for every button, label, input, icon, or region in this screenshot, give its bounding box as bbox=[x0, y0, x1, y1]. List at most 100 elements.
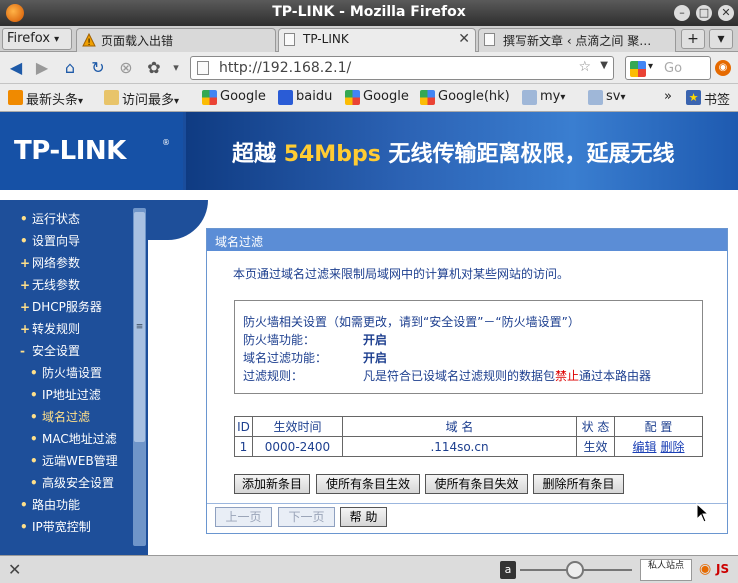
back-arrow-icon[interactable]: ◀ bbox=[6, 58, 26, 78]
sidebar-item-mac-filter[interactable]: • MAC地址过滤 bbox=[30, 430, 117, 447]
sidebar-item-domain-filter[interactable]: • 域名过滤 bbox=[30, 408, 90, 425]
page-icon bbox=[284, 33, 295, 46]
disable-all-button[interactable]: 使所有条目失效 bbox=[425, 474, 528, 494]
close-tab-icon[interactable]: ✕ bbox=[458, 31, 470, 47]
slogan-pre: 超越 bbox=[232, 142, 277, 167]
sidebar-item-label: 域名过滤 bbox=[42, 410, 91, 424]
bookmark-item[interactable]: sv▾ bbox=[588, 89, 626, 105]
firefox-menu-button[interactable]: Firefox ▾ bbox=[2, 28, 72, 50]
chevron-down-icon: ▾ bbox=[620, 92, 626, 103]
bullet: • bbox=[30, 476, 38, 490]
sidebar-item-label: 网络参数 bbox=[32, 256, 81, 270]
cell-status: 生效 bbox=[576, 436, 615, 457]
cell-domain: .114so.cn bbox=[342, 436, 577, 457]
sidebar-item-label: IP带宽控制 bbox=[32, 520, 91, 534]
sidebar-item-ip-filter[interactable]: • IP地址过滤 bbox=[30, 386, 101, 403]
bookmark-item[interactable]: baidu bbox=[278, 89, 332, 105]
bookmark-star-icon[interactable]: ☆ bbox=[578, 59, 591, 75]
slogan-post: 无线传输距离极限，延展无线 bbox=[388, 142, 675, 167]
next-page-button[interactable]: 下一页 bbox=[278, 507, 335, 527]
sidebar-item-label: 转发规则 bbox=[32, 322, 81, 336]
bookmark-item[interactable]: Google bbox=[345, 89, 409, 105]
bookmarks-overflow-button[interactable]: » bbox=[664, 89, 672, 104]
registered-mark-icon: ® bbox=[162, 138, 170, 147]
zoom-slider-knob[interactable] bbox=[566, 561, 584, 579]
firefox-menu-label: Firefox bbox=[7, 31, 51, 46]
sidebar-item-bandwidth[interactable]: • IP带宽控制 bbox=[20, 518, 91, 535]
rule-text-pre: 凡是符合已设域名过滤规则的数据包 bbox=[363, 369, 556, 383]
bookmark-label: sv bbox=[606, 89, 621, 104]
close-findbar-icon[interactable]: ✕ bbox=[8, 560, 21, 579]
panel-description: 本页通过域名过滤来限制局域网中的计算机对某些网站的访问。 bbox=[233, 267, 570, 281]
sidebar-item-advanced-security[interactable]: • 高级安全设置 bbox=[30, 474, 114, 491]
add-entry-button[interactable]: 添加新条目 bbox=[234, 474, 310, 494]
tab-bar: Firefox ▾ ! 页面载入出错 TP-LINK ✕ 撰写新文章 ‹ 点滴之… bbox=[0, 26, 738, 52]
enable-all-button[interactable]: 使所有条目生效 bbox=[316, 474, 420, 494]
sidebar-item-dhcp[interactable]: + DHCP服务器 bbox=[20, 298, 102, 315]
sidebar-item-wireless[interactable]: + 无线参数 bbox=[20, 276, 80, 293]
divider bbox=[207, 503, 727, 504]
chevron-down-icon: ▾ bbox=[54, 34, 60, 45]
zoom-icon[interactable]: a bbox=[500, 561, 516, 579]
url-bar[interactable]: http://192.168.2.1/ ☆ ▼ bbox=[190, 56, 614, 80]
stop-icon[interactable]: ⊗ bbox=[116, 58, 136, 78]
bookmark-item[interactable]: Google(hk) bbox=[420, 89, 510, 105]
reload-icon[interactable]: ↻ bbox=[88, 58, 108, 78]
chevron-down-icon[interactable]: ▾ bbox=[648, 61, 653, 72]
bookmark-label: Google bbox=[220, 89, 266, 104]
scrollbar-thumb[interactable]: ≡ bbox=[134, 212, 145, 442]
firewall-settings-box: 防火墙相关设置（如需更改，请到“安全设置”－“防火墙设置”） 防火墙功能： 开启… bbox=[234, 300, 703, 394]
bullet: • bbox=[20, 212, 28, 226]
edit-link[interactable]: 编辑 bbox=[632, 440, 656, 454]
tab-label: 撰写新文章 ‹ 点滴之间 聚… bbox=[503, 34, 652, 48]
sidebar-item-network[interactable]: + 网络参数 bbox=[20, 254, 80, 271]
slogan-text: 超越 54Mbps 无线传输距离极限，延展无线 bbox=[232, 136, 674, 168]
cell-actions: 编辑 删除 bbox=[614, 436, 703, 457]
help-button[interactable]: 帮 助 bbox=[340, 507, 387, 527]
panel-title: 域名过滤 bbox=[207, 229, 727, 251]
bookmark-item[interactable]: 最新头条▾ bbox=[8, 89, 83, 108]
chevron-down-icon[interactable]: ▾ bbox=[166, 58, 186, 78]
firewall-status-row: 防火墙功能： 开启 bbox=[243, 331, 387, 348]
bookmark-item[interactable]: Google bbox=[202, 89, 266, 105]
baidu-icon bbox=[278, 90, 293, 105]
sidebar-item-firewall[interactable]: • 防火墙设置 bbox=[30, 364, 102, 381]
close-window-button[interactable]: ✕ bbox=[718, 5, 734, 21]
sidebar-item-forwarding[interactable]: + 转发规则 bbox=[20, 320, 80, 337]
tab-error[interactable]: ! 页面载入出错 bbox=[76, 28, 276, 52]
sidebar-scrollbar[interactable]: ≡ bbox=[133, 208, 146, 546]
addon-icon[interactable]: ◉ bbox=[715, 60, 731, 76]
bookmarks-menu-button[interactable]: ★ 书签 bbox=[686, 89, 730, 108]
search-placeholder: Go bbox=[664, 61, 683, 76]
firefox-status-icon[interactable]: ◉ bbox=[699, 561, 713, 577]
router-banner: TP-LINK ® 超越 54Mbps 无线传输距离极限，延展无线 bbox=[0, 112, 738, 190]
private-site-badge[interactable]: 私人站点 bbox=[640, 559, 692, 581]
extension-icon[interactable]: ✿ bbox=[144, 58, 164, 78]
google-icon[interactable] bbox=[630, 61, 646, 77]
new-tab-button[interactable]: + bbox=[681, 29, 705, 49]
url-text[interactable]: http://192.168.2.1/ bbox=[219, 60, 351, 76]
folder-icon bbox=[104, 90, 119, 105]
sidebar-item-wizard[interactable]: • 设置向导 bbox=[20, 232, 80, 249]
prev-page-button[interactable]: 上一页 bbox=[215, 507, 272, 527]
bullet: + bbox=[20, 278, 31, 292]
bookmark-item[interactable]: my▾ bbox=[522, 89, 565, 105]
sidebar-item-status[interactable]: • 运行状态 bbox=[20, 210, 80, 227]
sidebar-item-routing[interactable]: • 路由功能 bbox=[20, 496, 80, 513]
home-icon[interactable]: ⌂ bbox=[60, 58, 80, 78]
tab-tplink[interactable]: TP-LINK ✕ bbox=[278, 28, 476, 52]
sidebar-item-remote-web[interactable]: • 远端WEB管理 bbox=[30, 452, 118, 469]
maximize-button[interactable]: □ bbox=[696, 5, 712, 21]
js-toggle[interactable]: JS bbox=[716, 562, 729, 576]
chevron-down-icon[interactable]: ▼ bbox=[600, 60, 608, 71]
tab-blog[interactable]: 撰写新文章 ‹ 点滴之间 聚… bbox=[478, 28, 676, 52]
tab-list-button[interactable]: ▾ bbox=[709, 29, 733, 49]
bookmark-item[interactable]: 访问最多▾ bbox=[104, 89, 179, 108]
sidebar-item-security[interactable]: - 安全设置 bbox=[20, 342, 80, 359]
field-label: 防火墙功能： bbox=[243, 333, 316, 347]
search-box[interactable]: ▾ Go bbox=[625, 56, 711, 80]
forward-arrow-icon[interactable]: ▶ bbox=[32, 58, 52, 78]
delete-link[interactable]: 删除 bbox=[661, 440, 685, 454]
delete-all-button[interactable]: 删除所有条目 bbox=[533, 474, 624, 494]
minimize-button[interactable]: – bbox=[674, 5, 690, 21]
